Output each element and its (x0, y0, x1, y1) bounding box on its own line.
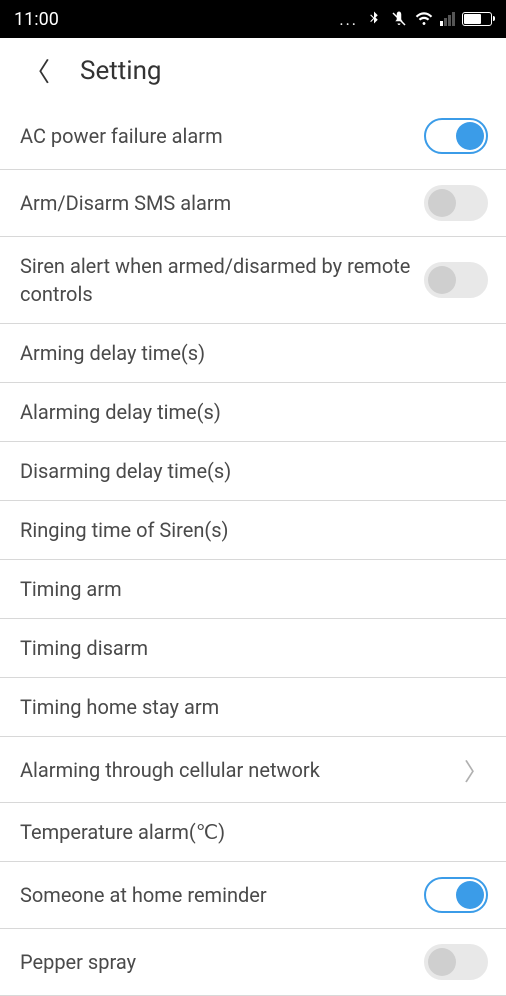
battery-icon (462, 12, 492, 26)
setting-siren-alert[interactable]: Siren alert when armed/disarmed by remot… (0, 237, 506, 324)
mute-icon (390, 10, 408, 28)
toggle-arm-disarm-sms[interactable] (424, 185, 488, 221)
setting-timing-arm[interactable]: Timing arm (0, 560, 506, 619)
setting-label: Disarming delay time(s) (20, 457, 488, 485)
setting-timing-disarm[interactable]: Timing disarm (0, 619, 506, 678)
setting-label: Pepper spray (20, 948, 412, 976)
setting-arming-delay[interactable]: Arming delay time(s) (0, 324, 506, 383)
setting-timing-home-stay[interactable]: Timing home stay arm (0, 678, 506, 737)
back-button[interactable]: 〈 (24, 52, 50, 89)
settings-list: AC power failure alarm Arm/Disarm SMS al… (0, 103, 506, 996)
setting-someone-home[interactable]: Someone at home reminder (0, 862, 506, 929)
setting-alarming-delay[interactable]: Alarming delay time(s) (0, 383, 506, 442)
setting-label: Siren alert when armed/disarmed by remot… (20, 252, 412, 308)
setting-label: Alarming through cellular network (20, 756, 452, 784)
toggle-pepper-spray[interactable] (424, 944, 488, 980)
status-icons: ... (339, 10, 492, 29)
wifi-icon (415, 10, 433, 28)
toggle-siren-alert[interactable] (424, 262, 488, 298)
status-bar: 11:00 ... (0, 0, 506, 38)
status-dots: ... (339, 10, 358, 29)
setting-pepper-spray[interactable]: Pepper spray (0, 929, 506, 996)
toggle-ac-power-failure[interactable] (424, 118, 488, 154)
setting-label: Temperature alarm(℃) (20, 818, 488, 846)
header: 〈 Setting (0, 38, 506, 103)
chevron-right-icon: 〉 (464, 752, 488, 787)
status-time: 11:00 (14, 9, 59, 30)
setting-label: Arming delay time(s) (20, 339, 488, 367)
bluetooth-icon (365, 10, 383, 28)
setting-temperature-alarm[interactable]: Temperature alarm(℃) (0, 803, 506, 862)
setting-arm-disarm-sms[interactable]: Arm/Disarm SMS alarm (0, 170, 506, 237)
setting-label: Timing home stay arm (20, 693, 488, 721)
setting-ringing-time[interactable]: Ringing time of Siren(s) (0, 501, 506, 560)
signal-icon (440, 12, 455, 26)
setting-label: Someone at home reminder (20, 881, 412, 909)
setting-label: Arm/Disarm SMS alarm (20, 189, 412, 217)
setting-label: Alarming delay time(s) (20, 398, 488, 426)
setting-label: Timing arm (20, 575, 488, 603)
setting-ac-power-failure[interactable]: AC power failure alarm (0, 103, 506, 170)
toggle-someone-home[interactable] (424, 877, 488, 913)
setting-disarming-delay[interactable]: Disarming delay time(s) (0, 442, 506, 501)
page-title: Setting (80, 56, 162, 86)
setting-label: AC power failure alarm (20, 122, 412, 150)
setting-alarming-cellular[interactable]: Alarming through cellular network 〉 (0, 737, 506, 803)
setting-label: Ringing time of Siren(s) (20, 516, 488, 544)
setting-label: Timing disarm (20, 634, 488, 662)
